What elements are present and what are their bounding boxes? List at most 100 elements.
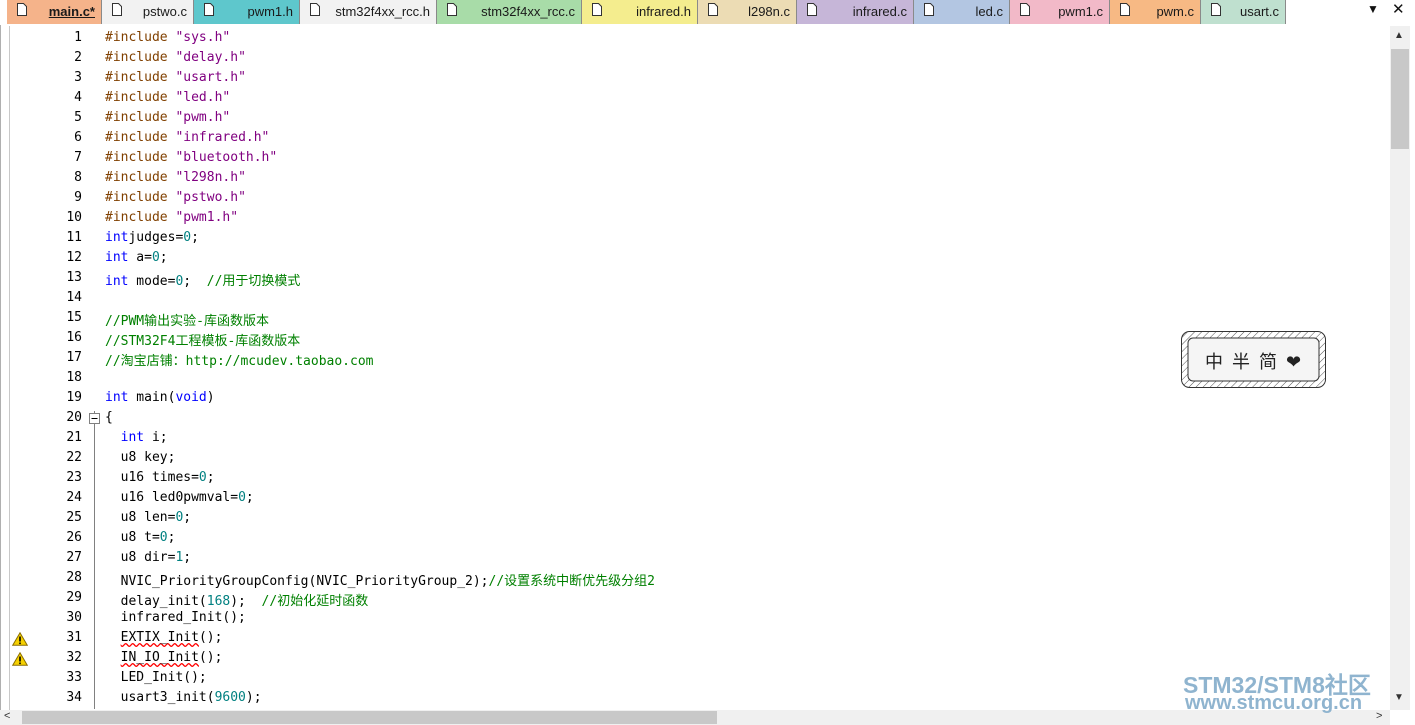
line-number: 7	[74, 150, 82, 165]
code-text: int i;	[105, 430, 168, 445]
code-text: #include "usart.h"	[105, 70, 246, 85]
code-line[interactable]: 6 #include "infrared.h"	[0, 129, 1390, 149]
scroll-down-icon[interactable]: ▼	[1394, 692, 1404, 703]
code-token: EXTIX_Init	[120, 630, 199, 645]
code-token: "pwm.h"	[175, 110, 231, 125]
warning-icon[interactable]	[12, 632, 28, 646]
vertical-scroll-thumb[interactable]	[1391, 49, 1409, 149]
code-token: judges=	[128, 230, 184, 245]
code-text: intjudges=0;	[105, 230, 199, 245]
code-line[interactable]: 30 infrared_Init();	[0, 609, 1390, 629]
line-number: 10	[66, 210, 82, 225]
line-number: 22	[66, 450, 82, 465]
code-line[interactable]: 31 EXTIX_Init();	[0, 629, 1390, 649]
code-line[interactable]: 9 #include "pstwo.h"	[0, 189, 1390, 209]
code-line[interactable]: 19 int main(void)	[0, 389, 1390, 409]
line-number: 23	[66, 470, 82, 485]
tab-infrared-c[interactable]: infrared.c	[797, 0, 914, 24]
code-line[interactable]: 25 u8 len=0;	[0, 509, 1390, 529]
code-line[interactable]: 3 #include "usart.h"	[0, 69, 1390, 89]
code-line[interactable]: 1 #include "sys.h"	[0, 29, 1390, 49]
tab-pstwo-c[interactable]: pstwo.c	[102, 0, 194, 24]
line-number: 16	[66, 330, 82, 345]
code-line[interactable]: 33 LED_Init();	[0, 669, 1390, 689]
code-text: usart3_init(9600);	[105, 690, 262, 705]
code-line[interactable]: 34 usart3_init(9600);	[0, 689, 1390, 709]
code-token: //设置系统中断优先级分组2	[488, 574, 655, 589]
code-line[interactable]: 11 intjudges=0;	[0, 229, 1390, 249]
code-token: int	[120, 430, 145, 445]
line-number: 34	[66, 690, 82, 705]
code-line[interactable]: 21 int i;	[0, 429, 1390, 449]
code-token: "delay.h"	[175, 50, 246, 65]
code-text: #include "bluetooth.h"	[105, 150, 277, 165]
fold-collapse-icon[interactable]	[89, 413, 100, 424]
code-line[interactable]: 28 NVIC_PriorityGroupConfig(NVIC_Priorit…	[0, 569, 1390, 589]
code-line[interactable]: 20 {	[0, 409, 1390, 429]
tab-usart-c[interactable]: usart.c	[1201, 0, 1286, 24]
code-token: "infrared.h"	[175, 130, 270, 145]
code-text: #include "infrared.h"	[105, 130, 269, 145]
code-token: ;	[167, 530, 176, 545]
code-token: #include	[105, 170, 176, 185]
code-token: "pwm1.h"	[175, 210, 239, 225]
code-text: u8 len=0;	[105, 510, 191, 525]
ime-mode-label: 中 半 简 ❤	[1205, 352, 1304, 372]
code-token: 0	[151, 250, 160, 265]
tab-l298n-c[interactable]: l298n.c	[698, 0, 797, 24]
tab-pwm1-h[interactable]: pwm1.h	[194, 0, 300, 24]
code-token: i;	[144, 430, 168, 445]
code-line[interactable]: 8 #include "l298n.h"	[0, 169, 1390, 189]
scroll-left-icon[interactable]: <	[4, 710, 10, 722]
tab-pwm-c[interactable]: pwm.c	[1110, 0, 1201, 24]
code-line[interactable]: 24 u16 led0pwmval=0;	[0, 489, 1390, 509]
tab-infrared-h[interactable]: infrared.h	[582, 0, 698, 24]
code-line[interactable]: 32 IN_IO_Init();	[0, 649, 1390, 669]
code-text: //STM32F4工程模板-库函数版本	[105, 330, 300, 349]
tab-list-dropdown-icon[interactable]: ▼	[1367, 2, 1379, 16]
scroll-up-icon[interactable]: ▲	[1394, 30, 1404, 41]
warning-icon[interactable]	[12, 652, 28, 666]
code-line[interactable]: 5 #include "pwm.h"	[0, 109, 1390, 129]
code-token: //PWM输出实验-库函数版本	[105, 314, 269, 329]
code-line[interactable]: 22 u8 key;	[0, 449, 1390, 469]
code-text: EXTIX_Init();	[105, 630, 223, 645]
tab-stm32f4xx-rcc-h[interactable]: stm32f4xx_rcc.h	[300, 0, 437, 24]
code-text: u8 dir=1;	[105, 550, 191, 565]
code-line[interactable]: 7 #include "bluetooth.h"	[0, 149, 1390, 169]
close-tab-icon[interactable]: ✕	[1392, 0, 1405, 18]
tab-pwm1-c[interactable]: pwm1.c	[1010, 0, 1110, 24]
code-line[interactable]: 29 delay_init(168); //初始化延时函数	[0, 589, 1390, 609]
code-line[interactable]: 2 #include "delay.h"	[0, 49, 1390, 69]
code-line[interactable]: 15 //PWM输出实验-库函数版本	[0, 309, 1390, 329]
code-token: mode=	[128, 274, 176, 289]
code-line[interactable]: 26 u8 t=0;	[0, 529, 1390, 549]
tab-label: pwm1.h	[247, 4, 293, 19]
tab-label: usart.c	[1239, 4, 1279, 19]
scroll-right-icon[interactable]: >	[1376, 710, 1382, 722]
code-text: u8 key;	[105, 450, 176, 465]
code-line[interactable]: 23 u16 times=0;	[0, 469, 1390, 489]
code-text: u16 times=0;	[105, 470, 215, 485]
code-text: infrared_Init();	[105, 610, 246, 625]
code-line[interactable]: 14	[0, 289, 1390, 309]
code-text: int main(void)	[105, 390, 215, 405]
tab-main-c[interactable]: main.c*	[7, 0, 102, 24]
tab-label: pwm.c	[1156, 4, 1194, 19]
code-line[interactable]: 27 u8 dir=1;	[0, 549, 1390, 569]
code-token: 168	[206, 594, 231, 609]
tab-stm32f4xx-rcc-c[interactable]: stm32f4xx_rcc.c	[437, 0, 582, 24]
code-text: //淘宝店铺：http://mcudev.taobao.com	[105, 350, 374, 369]
code-token: //STM32F4工程模板-库函数版本	[105, 334, 301, 349]
code-line[interactable]: 13 int mode=0; //用于切换模式	[0, 269, 1390, 289]
code-token: 0	[238, 490, 246, 505]
code-line[interactable]: 4 #include "led.h"	[0, 89, 1390, 109]
code-line[interactable]: 12 int a=0;	[0, 249, 1390, 269]
tab-label: main.c*	[48, 4, 95, 19]
horizontal-scroll-thumb[interactable]	[22, 711, 717, 724]
line-number: 15	[66, 310, 82, 325]
code-line[interactable]: 10 #include "pwm1.h"	[0, 209, 1390, 229]
tab-led-c[interactable]: led.c	[914, 0, 1010, 24]
code-token: IN_IO_Init	[120, 650, 199, 665]
